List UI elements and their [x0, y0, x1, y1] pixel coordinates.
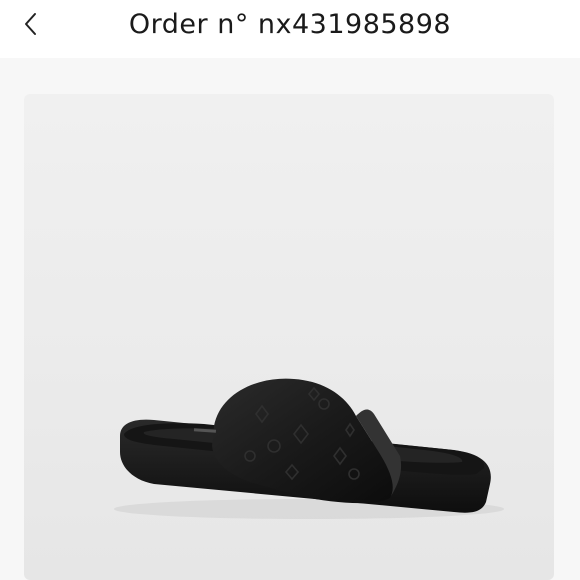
- top-bar: Order n° nx431985898: [0, 0, 580, 58]
- main-content: [0, 58, 580, 580]
- product-image-card[interactable]: [24, 94, 554, 580]
- sandal-image: [114, 378, 504, 519]
- page-title: Order n° nx431985898: [128, 9, 452, 40]
